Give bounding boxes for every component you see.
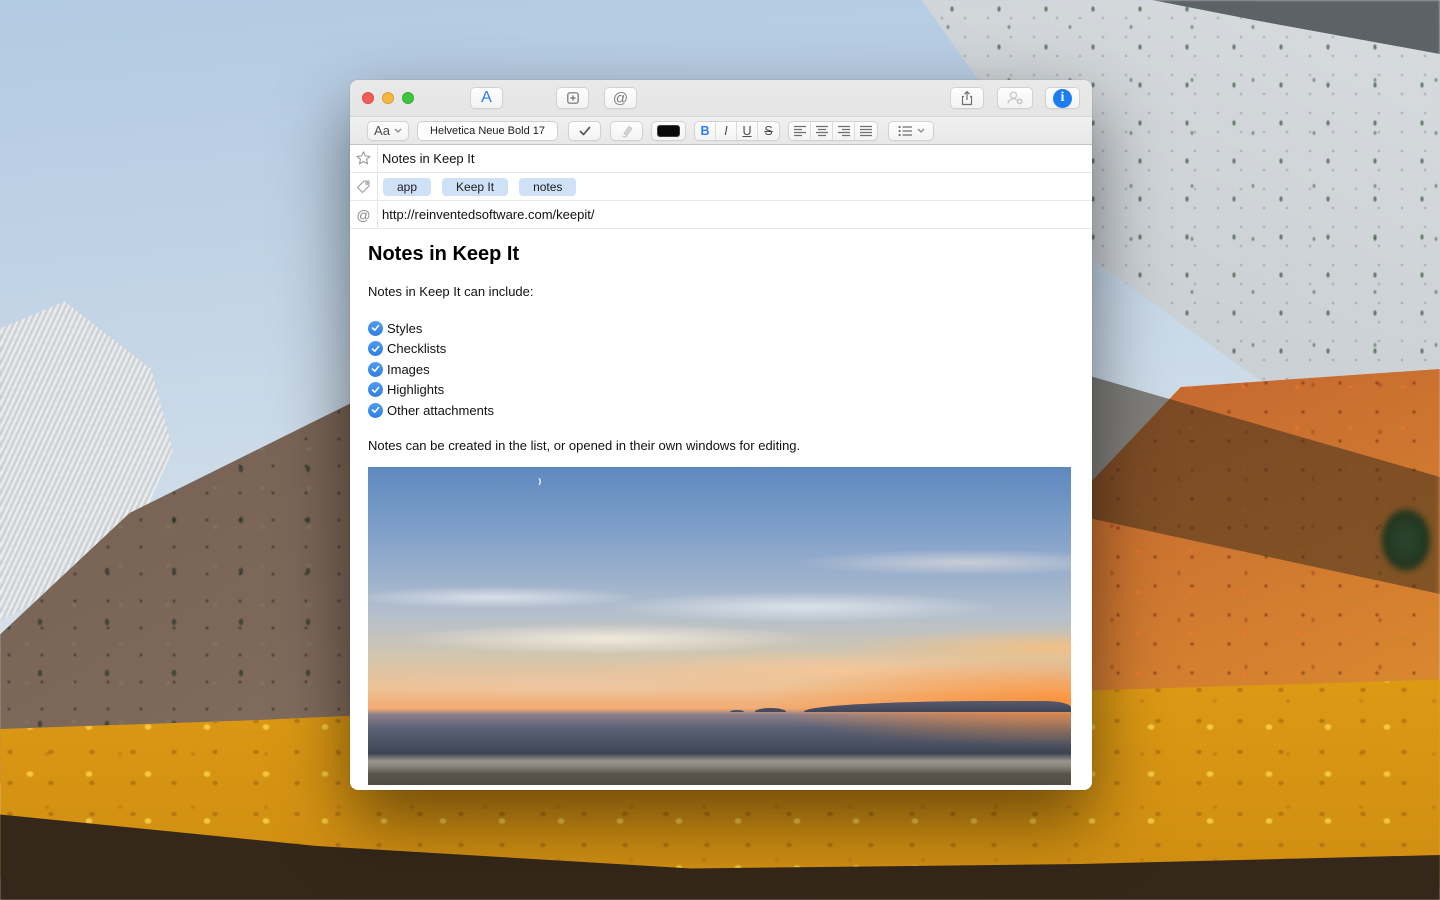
tags-row: app Keep It notes [350, 173, 1092, 201]
keep-it-note-window: A @ [350, 80, 1092, 790]
align-left-icon [793, 125, 807, 137]
checklist-item: Styles [368, 318, 1071, 339]
note-intro: Notes in Keep It can include: [368, 284, 1071, 299]
color-swatch-black [657, 125, 680, 137]
add-person-icon [1006, 90, 1024, 106]
checked-checkbox-icon[interactable] [368, 341, 383, 356]
url-row: @ http://reinventedsoftware.com/keepit/ [350, 201, 1092, 229]
align-justify-icon [859, 125, 873, 137]
checklist-item-label: Other attachments [387, 403, 494, 418]
photo-islet [755, 708, 787, 712]
note-heading: Notes in Keep It [368, 243, 1071, 266]
highlight-button[interactable] [610, 121, 643, 141]
add-link-button[interactable]: @ [604, 87, 637, 109]
format-bar: Aa Helvetica Neue Bold 17 [350, 117, 1092, 144]
note-url-text: http://reinventedsoftware.com/keepit/ [382, 207, 594, 222]
tag-pill[interactable]: notes [519, 178, 576, 196]
photo-sunset-sky [368, 467, 1071, 785]
highlighter-icon [619, 123, 635, 138]
text-style-group: B I U S [694, 121, 780, 141]
checklist-item: Checklists [368, 339, 1071, 360]
title-row: Notes in Keep It [350, 145, 1092, 173]
tags-icon-cell [350, 173, 378, 200]
show-format-bar-button[interactable]: A [470, 87, 503, 109]
checklist-item-label: Images [387, 362, 430, 377]
align-center-icon [815, 125, 829, 137]
strikethrough-button[interactable]: S [758, 122, 779, 140]
add-attachment-button[interactable] [556, 87, 589, 109]
checklist-item: Highlights [368, 380, 1071, 401]
title-icon-cell [350, 145, 378, 172]
font-name-field[interactable]: Helvetica Neue Bold 17 [417, 121, 558, 141]
at-icon: @ [356, 207, 370, 223]
star-icon[interactable] [355, 150, 372, 167]
add-box-icon [565, 90, 581, 106]
list-style-button[interactable] [888, 121, 934, 141]
tag-icon [355, 178, 372, 195]
note-url-field[interactable]: http://reinventedsoftware.com/keepit/ [378, 201, 1092, 228]
checklist-item-label: Styles [387, 321, 422, 336]
align-left-button[interactable] [789, 122, 811, 140]
bold-button[interactable]: B [695, 122, 716, 140]
note-title-field[interactable]: Notes in Keep It [378, 145, 1092, 172]
photo-islet [730, 710, 744, 712]
style-picker-button[interactable]: Aa [367, 121, 409, 141]
close-button[interactable] [362, 92, 374, 104]
share-icon [959, 90, 975, 107]
info-icon: i [1053, 89, 1072, 108]
checked-checkbox-icon[interactable] [368, 321, 383, 336]
note-outro: Notes can be created in the list, or ope… [368, 438, 1071, 453]
note-title-text: Notes in Keep It [382, 151, 475, 166]
alignment-group [788, 121, 878, 141]
tags-field[interactable]: app Keep It notes [378, 173, 1092, 200]
bullet-list-icon [898, 125, 913, 137]
align-center-button[interactable] [811, 122, 833, 140]
share-with-people-button[interactable] [997, 87, 1033, 109]
checklist-item-label: Checklists [387, 341, 446, 356]
chevron-down-icon [917, 128, 925, 133]
checked-checkbox-icon[interactable] [368, 403, 383, 418]
note-checklist: Styles Checklists Images Highlights [368, 318, 1071, 421]
info-button[interactable]: i [1045, 87, 1080, 109]
minimize-button[interactable] [382, 92, 394, 104]
checklist-button[interactable] [568, 121, 601, 141]
share-button[interactable] [950, 87, 984, 109]
format-a-icon: A [481, 89, 492, 107]
checklist-item-label: Highlights [387, 382, 444, 397]
style-picker-label: Aa [374, 123, 390, 138]
wallpaper-conifer [1368, 492, 1440, 588]
checklist-item: Other attachments [368, 400, 1071, 421]
traffic-lights [362, 92, 414, 104]
titlebar-row: A @ [350, 80, 1092, 117]
chevron-down-icon [394, 128, 402, 133]
checklist-item: Images [368, 359, 1071, 380]
align-justify-button[interactable] [855, 122, 877, 140]
photo-crescent-moon [537, 478, 541, 485]
window-toolbar: A @ [350, 80, 1092, 145]
note-editor[interactable]: Notes in Keep It Notes in Keep It can in… [350, 243, 1092, 785]
text-color-well[interactable] [651, 121, 686, 141]
align-right-button[interactable] [833, 122, 855, 140]
checkmark-icon [577, 124, 593, 138]
checked-checkbox-icon[interactable] [368, 382, 383, 397]
at-link-icon: @ [613, 90, 628, 107]
zoom-button[interactable] [402, 92, 414, 104]
tag-pill[interactable]: Keep It [442, 178, 508, 196]
checked-checkbox-icon[interactable] [368, 362, 383, 377]
note-photo-attachment[interactable] [368, 467, 1071, 785]
url-icon-cell: @ [350, 201, 378, 228]
tag-pill[interactable]: app [383, 178, 431, 196]
italic-button[interactable]: I [716, 122, 737, 140]
font-name-label: Helvetica Neue Bold 17 [430, 125, 545, 137]
underline-button[interactable]: U [737, 122, 758, 140]
align-right-icon [837, 125, 851, 137]
